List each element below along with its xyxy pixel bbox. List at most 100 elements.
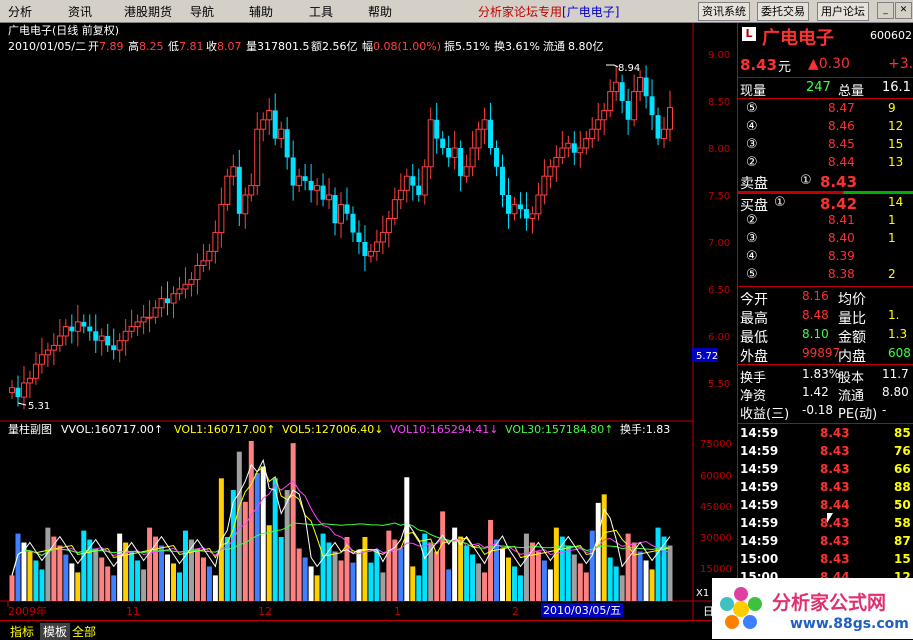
stat-value: 1. bbox=[888, 308, 900, 322]
total-vol-label: 总量 bbox=[838, 84, 865, 99]
kline-chart[interactable]: 广电电子(日线 前复权) 2010/01/05/二 开 7.89 高 8.25 … bbox=[0, 23, 737, 620]
bid-level-num: ⑤ bbox=[746, 267, 758, 282]
tick-volume: 58 bbox=[894, 516, 911, 530]
watermark-title: 分析家公式网 bbox=[772, 592, 887, 614]
stat-value: 8.48 bbox=[802, 308, 829, 322]
stat-value: 1.83% bbox=[802, 367, 841, 381]
close-icon[interactable]: ✕ bbox=[895, 2, 912, 19]
buy-label: 买盘 bbox=[740, 198, 768, 214]
cursor-date: 2010/03/05/五 bbox=[543, 604, 621, 617]
svg-text:7.81: 7.81 bbox=[179, 40, 204, 53]
last-price: 8.43 bbox=[740, 56, 778, 74]
stock-title: 广电电子(日线 前复权) bbox=[8, 23, 119, 37]
svg-text:3.61%: 3.61% bbox=[505, 40, 540, 53]
volume-tick: 60000 bbox=[700, 471, 732, 482]
tick-time: 15:00 bbox=[740, 552, 779, 566]
tick-volume: 15 bbox=[894, 552, 911, 566]
stat-value: 1.3 bbox=[888, 327, 908, 341]
stat-label: 金额 bbox=[838, 330, 866, 346]
tick-time: 14:59 bbox=[740, 498, 779, 512]
svg-text:振: 振 bbox=[444, 39, 455, 53]
tick-time: 14:59 bbox=[740, 426, 779, 440]
minimize-icon[interactable]: _ bbox=[877, 2, 894, 19]
stock-name: 广电电子 bbox=[762, 28, 834, 49]
svg-text:5.51%: 5.51% bbox=[455, 40, 490, 53]
time-tick: 2 bbox=[512, 605, 519, 618]
menu-tools[interactable]: 工具 bbox=[309, 3, 333, 20]
stat-label: 均价 bbox=[838, 292, 866, 308]
volume-tick: 15000 bbox=[700, 564, 732, 575]
stat-value: - bbox=[882, 403, 887, 417]
stat-label: 外盘 bbox=[740, 349, 768, 365]
forum-label: 分析家论坛专用[广电电子] bbox=[478, 5, 620, 19]
svg-text:幅: 幅 bbox=[362, 40, 373, 53]
ohlc-info: 2010/01/05/二 开 7.89 高 8.25 低 7.81 收 8.07… bbox=[8, 39, 604, 53]
stat-value: 8.80 bbox=[882, 385, 909, 399]
svg-text:收: 收 bbox=[206, 39, 217, 53]
svg-text:换: 换 bbox=[494, 39, 505, 53]
time-tick: 11 bbox=[126, 605, 140, 618]
stat-label: 收益(三) bbox=[740, 407, 790, 422]
quote-panel: L 广电电子 600602 8.43 元 ▲0.30 +3. 现量 247 总量… bbox=[737, 23, 913, 607]
svg-text:317801.5: 317801.5 bbox=[257, 40, 310, 53]
svg-text:0.08(1.00%): 0.08(1.00%) bbox=[373, 40, 441, 53]
trade-button[interactable]: 委托交易 bbox=[757, 2, 809, 21]
bid-price: 8.42 bbox=[820, 195, 858, 213]
bid-volume: 1 bbox=[888, 213, 896, 227]
menu-analysis[interactable]: 分析 bbox=[8, 3, 32, 20]
svg-text:VOL1:160717.00↑: VOL1:160717.00↑ bbox=[174, 423, 276, 436]
bid-level-num: ① bbox=[774, 195, 786, 210]
tick-volume: 85 bbox=[894, 426, 911, 440]
menu-hk-futures[interactable]: 港股期货 bbox=[124, 3, 172, 20]
indicator-info: 量柱副图 VVOL:160717.00↑ VOL1:160717.00↑ VOL… bbox=[8, 422, 670, 436]
time-tick: 2009年 bbox=[8, 604, 47, 618]
svg-text:额: 额 bbox=[311, 40, 322, 53]
time-tick: 1 bbox=[394, 605, 401, 618]
stat-label: 内盘 bbox=[838, 349, 866, 365]
tick-volume: 50 bbox=[894, 498, 911, 512]
svg-text:高: 高 bbox=[128, 39, 139, 53]
menu-help[interactable]: 帮助 bbox=[368, 3, 392, 20]
now-vol: 247 bbox=[806, 80, 831, 95]
bid-level-num: ③ bbox=[746, 231, 758, 246]
tab-templates[interactable]: 模板 bbox=[40, 623, 71, 640]
menu-bar: 分析 资讯 港股期货 导航 辅助 工具 帮助 分析家论坛专用[广电电子] 资讯系… bbox=[0, 0, 913, 23]
tick-price: 8.43 bbox=[820, 444, 850, 458]
menu-tools-aux[interactable]: 辅助 bbox=[249, 3, 273, 20]
tick-volume: 76 bbox=[894, 444, 911, 458]
price-tick: 6.50 bbox=[708, 285, 730, 296]
price-tick: 8.00 bbox=[708, 144, 730, 155]
tab-all[interactable]: 全部 bbox=[72, 623, 96, 640]
tab-indicators[interactable]: 指标 bbox=[10, 623, 34, 640]
stat-label: 量比 bbox=[838, 311, 866, 327]
watermark-url: www.88gs.com bbox=[790, 616, 909, 632]
tick-price: 8.43 bbox=[820, 426, 850, 440]
stat-value: 11.7 bbox=[882, 367, 909, 381]
svg-text:低: 低 bbox=[168, 40, 179, 53]
ask-level-num: ① bbox=[800, 173, 812, 188]
news-system-button[interactable]: 资讯系统 bbox=[698, 2, 750, 21]
menu-navigation[interactable]: 导航 bbox=[190, 3, 214, 20]
price-change-pct: +3. bbox=[888, 56, 913, 72]
bid-price: 8.38 bbox=[828, 267, 855, 281]
tick-price: 8.44 bbox=[820, 498, 850, 512]
tick-price: 8.43 bbox=[820, 462, 850, 476]
svg-text:VOL5:127006.40↓: VOL5:127006.40↓ bbox=[282, 423, 384, 436]
svg-text:VOL30:157184.80↑: VOL30:157184.80↑ bbox=[505, 423, 614, 436]
forum-button[interactable]: 用户论坛 bbox=[817, 2, 869, 21]
sell-label: 卖盘 bbox=[740, 176, 768, 192]
bid-level-num: ④ bbox=[746, 249, 758, 264]
menu-news[interactable]: 资讯 bbox=[68, 3, 92, 20]
svg-text:VOL10:165294.41↓: VOL10:165294.41↓ bbox=[390, 423, 499, 436]
stat-label: 最高 bbox=[740, 311, 768, 327]
tick-time: 14:59 bbox=[740, 534, 779, 548]
ask-price: 8.44 bbox=[828, 155, 855, 169]
svg-text:8.07: 8.07 bbox=[217, 40, 242, 53]
bid-volume: 1 bbox=[888, 231, 896, 245]
ask-price: 8.45 bbox=[828, 137, 855, 151]
now-vol-label: 现量 bbox=[740, 84, 767, 99]
stat-value: 608 bbox=[888, 346, 911, 360]
price-tick: 7.50 bbox=[708, 191, 730, 202]
bid-price: 8.39 bbox=[828, 249, 855, 263]
svg-text:7.89: 7.89 bbox=[99, 40, 124, 53]
